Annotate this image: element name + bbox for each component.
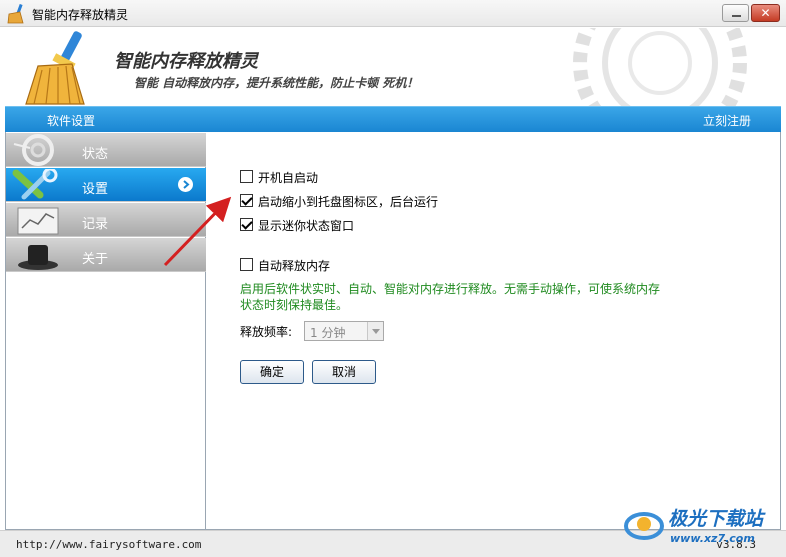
sidebar-item-label: 关于 (82, 252, 109, 267)
minimize-tray-label: 启动缩小到托盘图标区，后台运行 (258, 195, 439, 209)
frequency-value: 1 分钟 (310, 326, 346, 340)
settings-panel: 开机自启动 启动缩小到托盘图标区，后台运行 显示迷你状态窗口 自动释放内存 启用… (207, 133, 780, 529)
chevron-down-icon[interactable] (367, 322, 383, 340)
sidebar-item-label: 状态 (82, 147, 109, 162)
hat-icon (18, 245, 58, 270)
website-url[interactable]: http://www.fairysoftware.com (16, 538, 201, 551)
frequency-select[interactable]: 1 分钟 (304, 321, 384, 341)
close-icon: ✕ (760, 6, 771, 20)
broom-app-icon (7, 4, 24, 24)
nav-title: 软件设置 (47, 114, 96, 128)
ok-button[interactable]: 确定 (240, 360, 304, 384)
autostart-label: 开机自启动 (258, 171, 319, 185)
chart-icon (17, 207, 59, 235)
frequency-label: 释放频率: (240, 325, 293, 339)
sidebar-item-label: 记录 (82, 217, 109, 232)
nav-bar: 软件设置 立刻注册 (5, 106, 781, 132)
watermark-site: www.xz7.com (670, 532, 755, 545)
title-bar: 智能内存释放精灵 ✕ (0, 0, 786, 27)
red-arrow-annotation (163, 196, 232, 267)
tools-icon (12, 169, 58, 200)
cancel-button[interactable]: 取消 (312, 360, 376, 384)
window-title: 智能内存释放精灵 (32, 8, 129, 22)
minimize-icon (732, 15, 741, 17)
watermark-logo-icon (624, 512, 664, 540)
sidebar-item-status[interactable]: 状态 (6, 133, 206, 167)
minimize-button[interactable] (722, 4, 749, 22)
mini-window-label: 显示迷你状态窗口 (258, 219, 355, 233)
sidebar-item-label: 设置 (82, 182, 109, 197)
watermark-brand: 极光下载站 (668, 508, 764, 530)
header-title: 智能内存释放精灵 (114, 51, 258, 72)
auto-release-label: 自动释放内存 (258, 259, 331, 273)
gauge-icon (13, 134, 54, 166)
download-site-watermark: 极光下载站 www.xz7.com (622, 500, 782, 552)
broom-logo-icon (25, 31, 85, 105)
header-subtitle: 智能 自动释放内存，提升系统性能，防止卡顿 死机！ (134, 76, 419, 90)
close-button[interactable]: ✕ (751, 4, 780, 22)
header-banner: 智能内存释放精灵 智能 自动释放内存，提升系统性能，防止卡顿 死机！ (0, 28, 786, 106)
autostart-checkbox[interactable] (240, 170, 253, 183)
gear-watermark-icon (573, 28, 747, 106)
register-link[interactable]: 立刻注册 (703, 112, 751, 129)
auto-release-description: 启用后软件状实时、自动、智能对内存进行释放。无需手动操作，可使系统内存状态时刻保… (240, 282, 661, 312)
